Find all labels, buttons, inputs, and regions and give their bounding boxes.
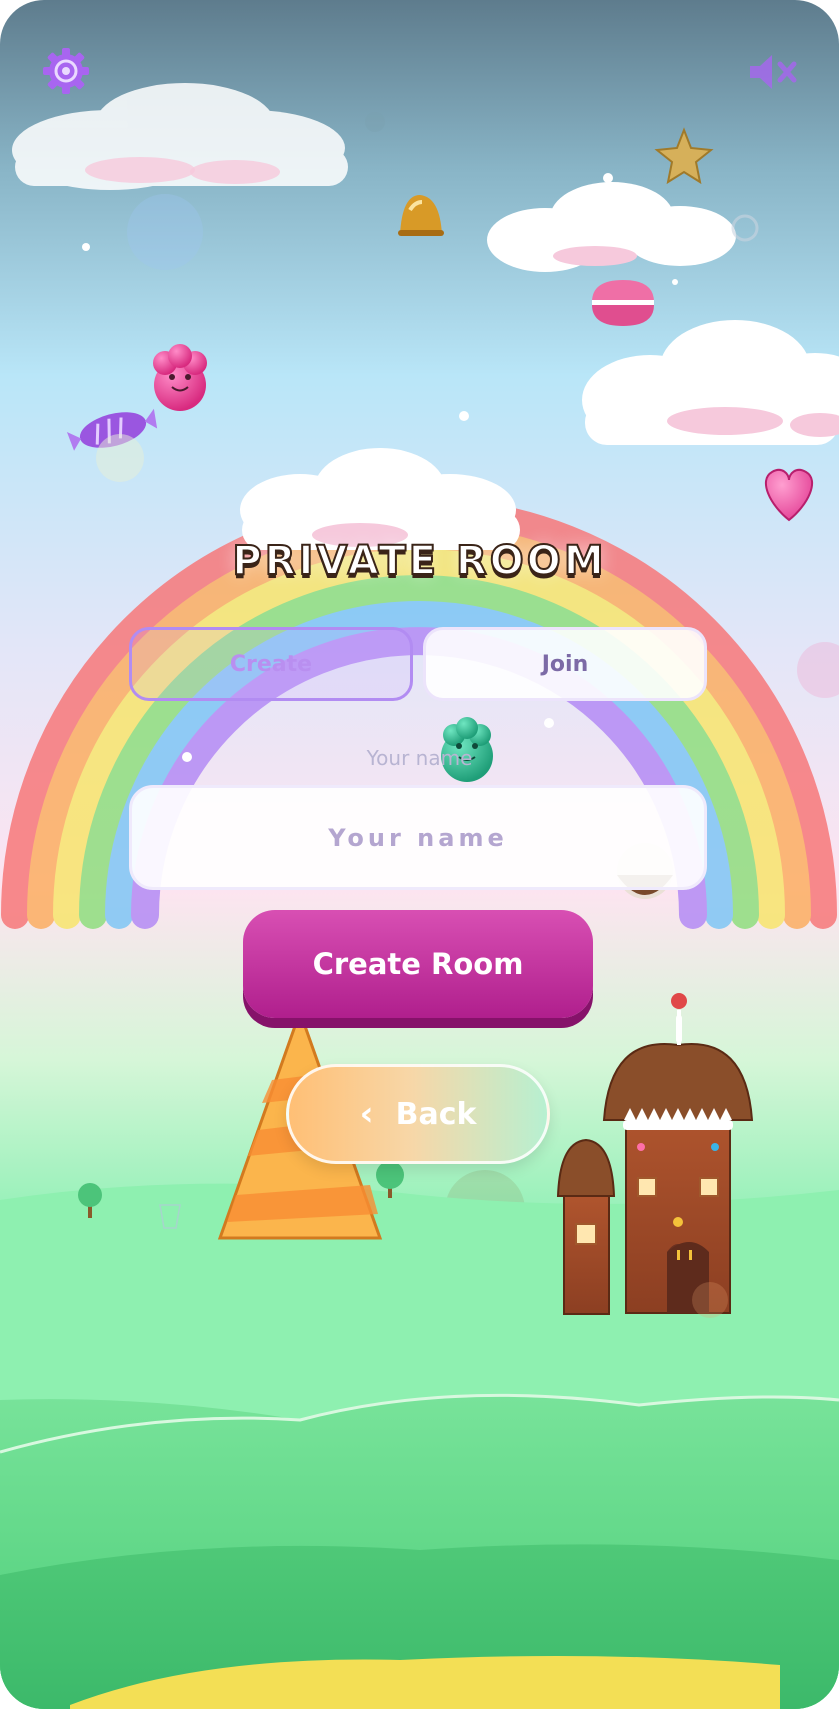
back-button[interactable]: ‹ Back <box>286 1064 550 1164</box>
name-input[interactable] <box>129 785 707 890</box>
tab-create[interactable]: Create <box>129 627 413 701</box>
tab-join[interactable]: Join <box>423 627 707 701</box>
settings-button[interactable] <box>41 46 91 96</box>
page-title: PRIVATE ROOM <box>231 537 607 585</box>
gear-icon <box>43 48 89 94</box>
back-button-label: Back <box>395 1096 477 1132</box>
mute-button[interactable] <box>748 52 800 92</box>
chevron-left-icon: ‹ <box>359 1094 374 1134</box>
speaker-muted-icon <box>750 55 797 89</box>
create-room-button[interactable]: Create Room <box>243 910 593 1018</box>
game-screen: PRIVATE ROOM Create Join Your name Creat… <box>0 0 839 1709</box>
name-field-label: Your name <box>366 746 473 770</box>
